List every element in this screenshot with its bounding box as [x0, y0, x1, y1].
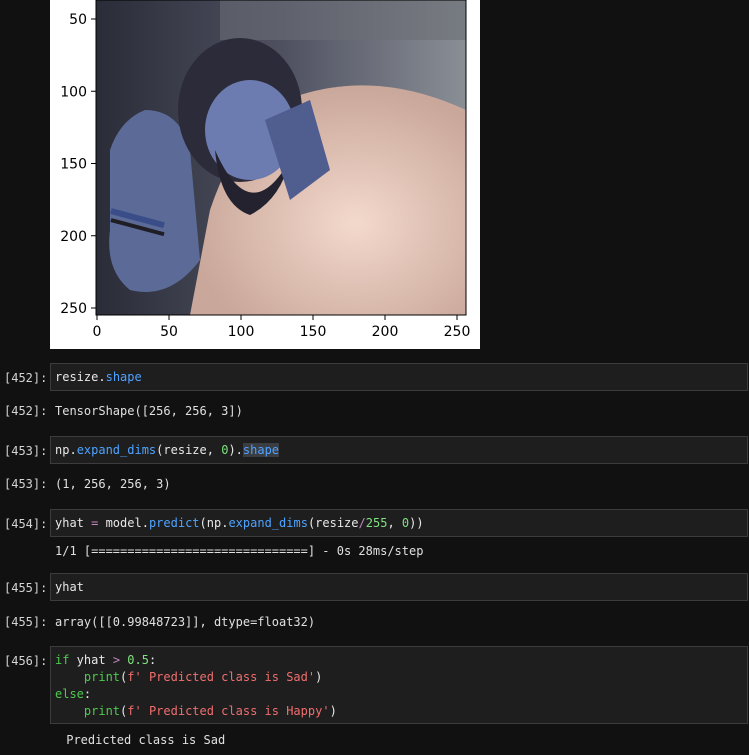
- code-editor[interactable]: np.expand_dims(resize, 0).shape: [50, 436, 748, 464]
- code-line: yhat: [55, 580, 84, 594]
- code-token: expand_dims: [76, 443, 157, 457]
- x-tick-label: 100: [228, 324, 255, 340]
- code-token: .: [98, 370, 106, 384]
- code-line: if yhat > 0.5:: [55, 652, 743, 669]
- code-line: np.expand_dims(resize, 0).shape: [55, 443, 280, 457]
- y-tick-label: 50: [69, 12, 87, 28]
- code-line: resize.shape: [55, 370, 142, 384]
- code-token: print: [83, 704, 121, 718]
- cell-output: 1/1 [==============================] - 0…: [55, 544, 424, 558]
- code-token: 0.5: [127, 653, 149, 667]
- code-token: :: [148, 653, 157, 667]
- x-axis: 0 50 100 150 200 250: [93, 315, 471, 340]
- code-token: shape: [242, 443, 280, 457]
- code-token: predict: [148, 516, 200, 530]
- code-token: np: [55, 443, 70, 457]
- code-token: resize: [55, 370, 99, 384]
- y-tick-label: 150: [60, 157, 87, 173]
- x-tick-label: 50: [160, 324, 178, 340]
- code-token: print: [83, 670, 121, 684]
- y-tick-label: 100: [60, 84, 87, 100]
- imshow-plot: 50 100 150 200 250 0 50 100 150 200 250: [60, 0, 471, 340]
- code-token: )): [409, 516, 424, 530]
- code-line: print(f' Predicted class is Sad'): [55, 669, 743, 686]
- input-prompt: [455]:: [4, 581, 48, 595]
- code-token: (resize: [307, 516, 359, 530]
- code-editor[interactable]: yhat: [50, 573, 748, 601]
- output-prompt: [453]:: [4, 477, 48, 491]
- code-token: yhat: [55, 516, 92, 530]
- x-tick-label: 250: [444, 324, 471, 340]
- code-token: .: [69, 443, 77, 457]
- code-token: ): [329, 704, 337, 718]
- code-token: if: [55, 653, 70, 667]
- code-token: >: [112, 653, 121, 667]
- y-tick-label: 250: [60, 301, 87, 317]
- y-tick-label: 200: [60, 229, 87, 245]
- cell-output: Predicted class is Sad: [59, 733, 226, 747]
- cell-output: array([[0.99848723]], dtype=float32): [55, 615, 316, 629]
- output-prompt: [452]:: [4, 404, 48, 418]
- code-token: else: [55, 687, 84, 701]
- code-token: model: [98, 516, 142, 530]
- code-editor[interactable]: if yhat > 0.5: print(f' Predicted class …: [50, 646, 748, 724]
- code-token: f' Predicted class is Sad': [127, 670, 316, 684]
- code-line: print(f' Predicted class is Happy'): [55, 703, 743, 720]
- cell-output: (1, 256, 256, 3): [55, 477, 171, 491]
- code-token: .: [141, 516, 149, 530]
- code-token: shape: [105, 370, 142, 384]
- code-token: (np: [199, 516, 222, 530]
- input-prompt: [456]:: [4, 654, 48, 668]
- code-token: ).: [228, 443, 243, 457]
- y-axis: 50 100 150 200 250: [60, 12, 96, 317]
- input-prompt: [454]:: [4, 517, 48, 531]
- code-token: 255: [365, 516, 388, 530]
- x-tick-label: 150: [300, 324, 327, 340]
- code-editor[interactable]: resize.shape: [50, 363, 748, 391]
- code-token: :: [83, 687, 92, 701]
- code-line: else:: [55, 686, 743, 703]
- code-line: yhat = model.predict(np.expand_dims(resi…: [55, 516, 424, 530]
- x-tick-label: 200: [372, 324, 399, 340]
- code-editor[interactable]: yhat = model.predict(np.expand_dims(resi…: [50, 509, 748, 537]
- input-prompt: [452]:: [4, 371, 48, 385]
- code-token: /: [358, 516, 366, 530]
- code-token: expand_dims: [228, 516, 308, 530]
- code-token: yhat: [55, 580, 84, 594]
- photo-image: [96, 0, 466, 315]
- code-token: (resize,: [156, 443, 222, 457]
- image-plot-output: 50 100 150 200 250 0 50 100 150 200 250: [50, 0, 480, 349]
- code-token: ): [315, 670, 323, 684]
- code-token: yhat: [69, 653, 113, 667]
- cell-output: TensorShape([256, 256, 3]): [55, 404, 243, 418]
- code-token: ,: [387, 516, 402, 530]
- input-prompt: [453]:: [4, 444, 48, 458]
- output-prompt: [455]:: [4, 615, 48, 629]
- code-token: f' Predicted class is Happy': [127, 704, 330, 718]
- x-tick-label: 0: [93, 324, 102, 340]
